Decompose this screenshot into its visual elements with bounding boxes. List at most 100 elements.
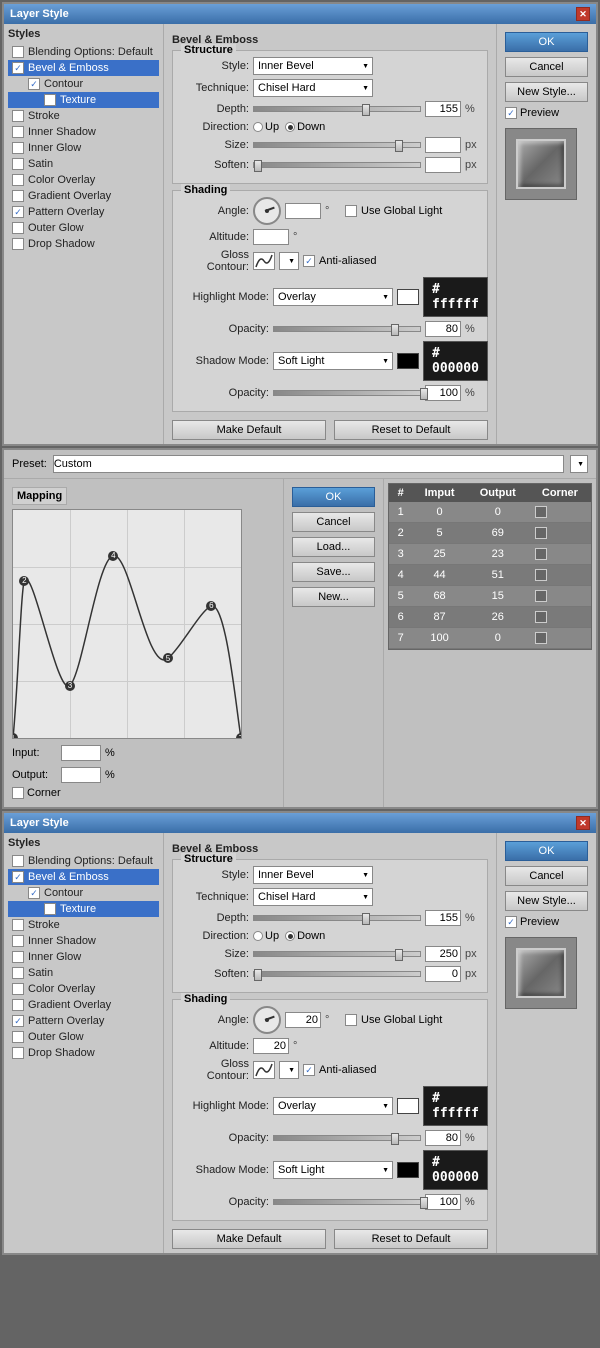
checkbox-texture[interactable]: [44, 94, 56, 106]
make-default-button-2[interactable]: Make Default: [172, 1229, 326, 1249]
s2-shadow-color-swatch[interactable]: [397, 1162, 419, 1178]
checkbox-outer-glow[interactable]: [12, 222, 24, 234]
sidebar2-item-inner-glow[interactable]: Inner Glow: [8, 949, 159, 965]
checkbox-inner-glow[interactable]: [12, 142, 24, 154]
sidebar-item-contour[interactable]: Contour: [8, 76, 159, 92]
point-6[interactable]: 6: [206, 601, 216, 611]
s2-global-light-checkbox[interactable]: [345, 1014, 357, 1026]
sidebar-item-blending[interactable]: Blending Options: Default: [8, 44, 159, 60]
reset-to-default-button-2[interactable]: Reset to Default: [334, 1229, 488, 1249]
preset-input[interactable]: [53, 455, 564, 473]
s2-direction-down[interactable]: Down: [285, 930, 325, 942]
direction-down[interactable]: Down: [285, 121, 325, 133]
s2-soften-thumb[interactable]: [254, 969, 262, 981]
ok-button-2[interactable]: OK: [505, 841, 588, 861]
s2-highlight-opacity-input[interactable]: [425, 1130, 461, 1146]
preview-checkbox-1[interactable]: [505, 107, 517, 119]
s2-highlight-opacity-thumb[interactable]: [391, 1133, 399, 1145]
input-field[interactable]: [61, 745, 101, 761]
s2-highlight-mode-dropdown[interactable]: Overlay: [273, 1097, 393, 1115]
output-field[interactable]: [61, 767, 101, 783]
shadow-color-swatch[interactable]: [397, 353, 419, 369]
mapping-grid[interactable]: 1 2 3 4 5 6 7: [12, 509, 242, 739]
sidebar2-item-color-overlay[interactable]: Color Overlay: [8, 981, 159, 997]
s2-checkbox-blending[interactable]: [12, 855, 24, 867]
sidebar-item-gradient-overlay[interactable]: Gradient Overlay: [8, 188, 159, 204]
point-3[interactable]: 3: [65, 681, 75, 691]
style-dropdown[interactable]: Inner Bevel: [253, 57, 373, 75]
corner-check-3[interactable]: [535, 548, 547, 560]
point-5[interactable]: 5: [163, 653, 173, 663]
depth-slider-thumb[interactable]: [362, 104, 370, 116]
s2-checkbox-contour[interactable]: [28, 887, 40, 899]
point-2[interactable]: 2: [19, 576, 29, 586]
checkbox-blending[interactable]: [12, 46, 24, 58]
s2-checkbox-texture[interactable]: [44, 903, 56, 915]
s2-size-input[interactable]: [425, 946, 461, 962]
sidebar-item-outer-glow[interactable]: Outer Glow: [8, 220, 159, 236]
s2-angle-input[interactable]: [285, 1012, 321, 1028]
size-input[interactable]: 250: [425, 137, 461, 153]
point-4[interactable]: 4: [108, 551, 118, 561]
load-button[interactable]: Load...: [292, 537, 375, 557]
highlight-color-swatch[interactable]: [397, 289, 419, 305]
shadow-opacity-slider[interactable]: [273, 390, 421, 396]
sidebar-item-satin[interactable]: Satin: [8, 156, 159, 172]
make-default-button[interactable]: Make Default: [172, 420, 326, 440]
size-slider[interactable]: [253, 142, 421, 148]
checkbox-pattern-overlay[interactable]: [12, 206, 24, 218]
corner-check-4[interactable]: [535, 569, 547, 581]
highlight-mode-dropdown[interactable]: Overlay: [273, 288, 393, 306]
save-button[interactable]: Save...: [292, 562, 375, 582]
soften-slider[interactable]: [253, 162, 421, 168]
sidebar-item-drop-shadow[interactable]: Drop Shadow: [8, 236, 159, 252]
reset-to-default-button[interactable]: Reset to Default: [334, 420, 488, 440]
s2-style-dropdown[interactable]: Inner Bevel: [253, 866, 373, 884]
radio-down[interactable]: [285, 122, 295, 132]
s2-depth-input[interactable]: [425, 910, 461, 926]
sidebar-item-texture[interactable]: Texture: [8, 92, 159, 108]
sidebar-item-color-overlay[interactable]: Color Overlay: [8, 172, 159, 188]
soften-input[interactable]: 0: [425, 157, 461, 173]
preset-dropdown[interactable]: [570, 455, 588, 473]
checkbox-drop-shadow[interactable]: [12, 238, 24, 250]
global-light-checkbox[interactable]: [345, 205, 357, 217]
cancel-button-1[interactable]: Cancel: [505, 57, 588, 77]
s2-radio-down[interactable]: [285, 931, 295, 941]
anti-aliased-checkbox[interactable]: [303, 255, 315, 267]
checkbox-color-overlay[interactable]: [12, 174, 24, 186]
sidebar2-item-contour[interactable]: Contour: [8, 885, 159, 901]
corner-checkbox[interactable]: [12, 787, 24, 799]
sidebar-item-pattern-overlay[interactable]: Pattern Overlay: [8, 204, 159, 220]
sidebar2-item-stroke[interactable]: Stroke: [8, 917, 159, 933]
gloss-contour-dropdown[interactable]: [279, 252, 299, 270]
corner-check-6[interactable]: [535, 611, 547, 623]
point-7[interactable]: 7: [236, 733, 242, 739]
angle-input[interactable]: 20: [285, 203, 321, 219]
highlight-opacity-input[interactable]: [425, 321, 461, 337]
s2-checkbox-inner-glow[interactable]: [12, 951, 24, 963]
s2-checkbox-inner-shadow[interactable]: [12, 935, 24, 947]
s2-altitude-input[interactable]: [253, 1038, 289, 1054]
checkbox-stroke[interactable]: [12, 110, 24, 122]
s2-shadow-opacity-slider[interactable]: [273, 1199, 421, 1205]
corner-check-1[interactable]: [535, 506, 547, 518]
s2-soften-input[interactable]: [425, 966, 461, 982]
close-button-2[interactable]: ✕: [576, 816, 590, 830]
radio-up[interactable]: [253, 122, 263, 132]
altitude-input[interactable]: 20: [253, 229, 289, 245]
s2-highlight-color-swatch[interactable]: [397, 1098, 419, 1114]
s2-checkbox-outer-glow[interactable]: [12, 1031, 24, 1043]
s2-checkbox-gradient-overlay[interactable]: [12, 999, 24, 1011]
checkbox-gradient-overlay[interactable]: [12, 190, 24, 202]
s2-depth-slider[interactable]: [253, 915, 421, 921]
shadow-opacity-thumb[interactable]: [420, 388, 428, 400]
sidebar-item-inner-glow[interactable]: Inner Glow: [8, 140, 159, 156]
gloss-contour-preview[interactable]: [253, 252, 275, 270]
depth-input[interactable]: 155: [425, 101, 461, 117]
corner-check-7[interactable]: [535, 632, 547, 644]
new-button[interactable]: New...: [292, 587, 375, 607]
s2-checkbox-color-overlay[interactable]: [12, 983, 24, 995]
s2-soften-slider[interactable]: [253, 971, 421, 977]
cancel-button-2[interactable]: Cancel: [505, 866, 588, 886]
